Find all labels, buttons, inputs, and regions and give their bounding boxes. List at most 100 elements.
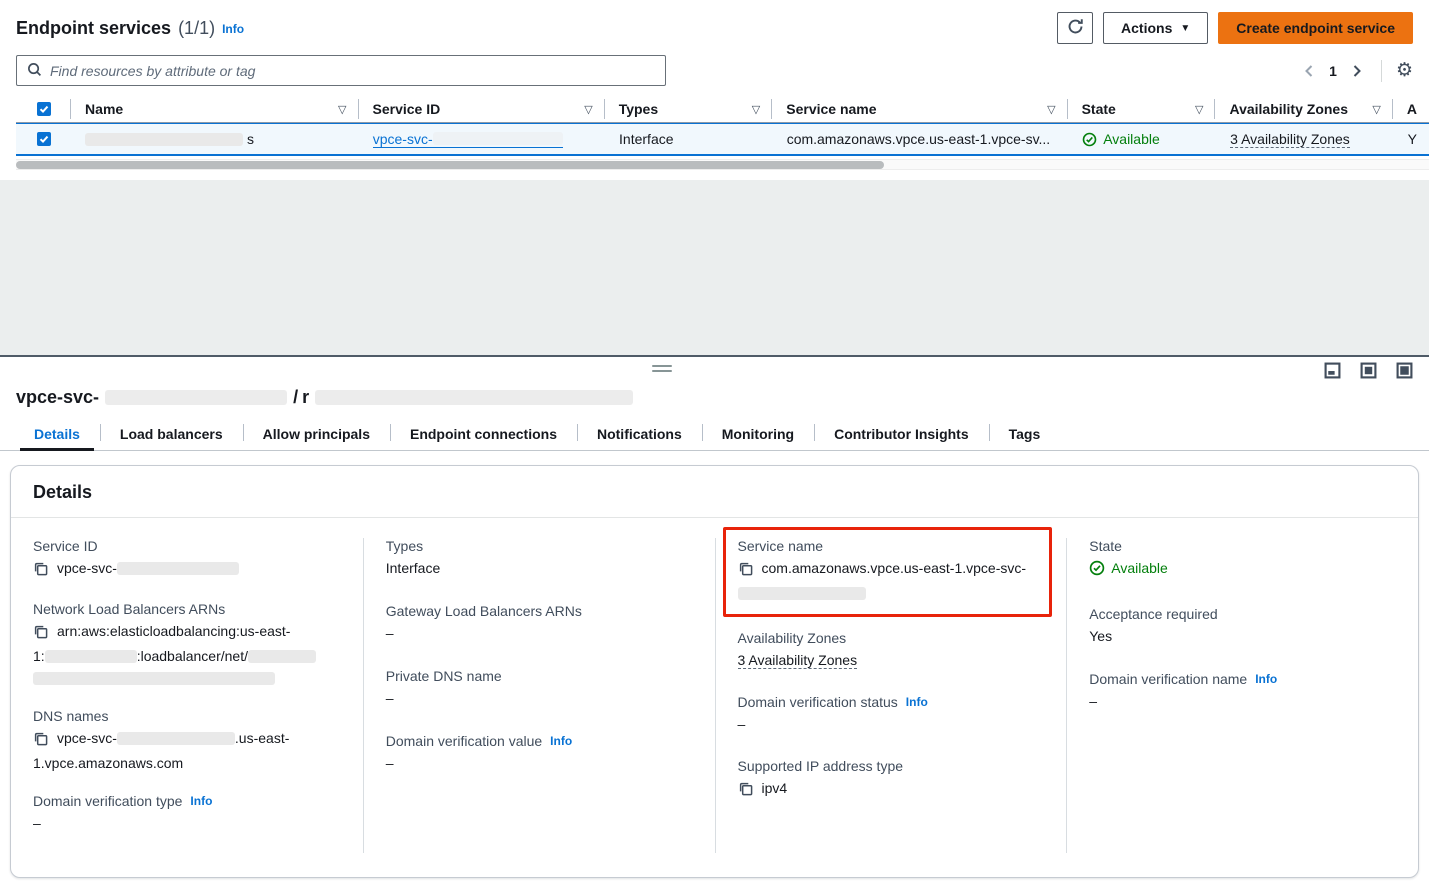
row-select-cell	[16, 124, 71, 154]
column-header-name[interactable]: Name▽	[71, 96, 358, 122]
field-service-id: Service ID vpce-svc-	[33, 538, 341, 582]
copy-icon[interactable]	[738, 780, 753, 802]
tab-tags[interactable]: Tags	[989, 418, 1061, 450]
redacted-lb-name	[248, 650, 316, 663]
redacted-arn-tail	[33, 672, 275, 685]
filter-icon[interactable]: ▽	[1047, 103, 1055, 116]
current-page[interactable]: 1	[1325, 63, 1341, 79]
redacted-service-id	[433, 132, 563, 145]
search-box[interactable]	[16, 55, 666, 86]
service-name-highlight-box: Service name com.amazonaws.vpce.us-east-…	[723, 527, 1053, 617]
field-acceptance-required: Acceptance required Yes	[1089, 606, 1396, 647]
table-preferences-gear-icon[interactable]: ⚙	[1396, 61, 1413, 80]
filter-icon[interactable]: ▽	[1372, 103, 1380, 116]
info-link[interactable]: Info	[550, 734, 572, 748]
header-toolbar: Endpoint services (1/1) Info Actions ▼ C…	[16, 12, 1413, 44]
column-header-service-id[interactable]: Service ID▽	[359, 96, 605, 122]
create-endpoint-service-button[interactable]: Create endpoint service	[1218, 12, 1413, 44]
table-header-row: Name▽ Service ID▽ Types▽ Service name▽ S…	[16, 96, 1429, 123]
panel-position-side-icon[interactable]	[1360, 362, 1377, 379]
refresh-button[interactable]	[1057, 12, 1093, 44]
create-button-label: Create endpoint service	[1236, 20, 1395, 36]
column-header-service-name[interactable]: Service name▽	[772, 96, 1067, 122]
availability-zones-popover[interactable]: 3 Availability Zones	[738, 652, 858, 669]
actions-button[interactable]: Actions ▼	[1103, 12, 1208, 44]
field-availability-zones: Availability Zones 3 Availability Zones	[738, 630, 1045, 671]
tab-notifications[interactable]: Notifications	[577, 418, 702, 450]
details-column-2: Types Interface Gateway Load Balancers A…	[363, 538, 715, 853]
filter-icon[interactable]: ▽	[1195, 103, 1203, 116]
details-column-4: State Available Acceptance required Yes	[1066, 538, 1418, 853]
split-panel-header	[0, 357, 1429, 385]
next-page-button[interactable]	[1347, 60, 1367, 82]
tab-details[interactable]: Details	[14, 418, 100, 450]
redacted-name	[85, 133, 243, 146]
filter-icon[interactable]: ▽	[584, 103, 592, 116]
row-az-cell: 3 Availability Zones	[1216, 124, 1393, 154]
endpoint-services-panel: Endpoint services (1/1) Info Actions ▼ C…	[0, 0, 1429, 180]
state-badge: Available	[1082, 131, 1160, 147]
prev-page-button[interactable]	[1299, 60, 1319, 82]
empty-background	[0, 180, 1429, 355]
panel-position-bottom-icon[interactable]	[1324, 362, 1341, 379]
row-name-cell: s	[71, 124, 359, 154]
row-checkbox[interactable]	[37, 132, 51, 146]
column-header-types[interactable]: Types▽	[605, 96, 773, 122]
redacted-title-id	[105, 390, 287, 405]
panel-position-full-icon[interactable]	[1396, 362, 1413, 379]
split-panel: vpce-svc- / r Details Load balancers All…	[0, 355, 1429, 886]
field-service-name: Service name com.amazonaws.vpce.us-east-…	[738, 538, 1040, 604]
page-title: Endpoint services	[16, 18, 171, 39]
filter-icon[interactable]: ▽	[338, 103, 346, 116]
pager-divider	[1381, 60, 1382, 82]
column-header-truncated[interactable]: A	[1393, 96, 1429, 122]
resource-count: (1/1)	[178, 18, 215, 39]
availability-zones-popover[interactable]: 3 Availability Zones	[1230, 131, 1350, 148]
redacted-service-id-value	[117, 562, 239, 575]
scrollbar-thumb[interactable]	[16, 161, 884, 169]
info-link[interactable]: Info	[190, 794, 212, 808]
service-id-link[interactable]: vpce-svc-	[373, 131, 563, 148]
info-link[interactable]: Info	[906, 695, 928, 709]
endpoint-services-page: Endpoint services (1/1) Info Actions ▼ C…	[0, 0, 1429, 886]
field-domain-verification-value: Domain verification valueInfo –	[386, 733, 693, 774]
field-glb-arns: Gateway Load Balancers ARNs –	[386, 603, 693, 644]
filter-icon[interactable]: ▽	[752, 103, 760, 116]
column-header-availability-zones[interactable]: Availability Zones▽	[1215, 96, 1392, 122]
field-nlb-arns: Network Load Balancers ARNs arn:aws:elas…	[33, 601, 341, 689]
details-card-header: Details	[11, 466, 1418, 518]
field-state: State Available	[1089, 538, 1396, 582]
column-header-state[interactable]: State▽	[1068, 96, 1216, 122]
select-all-checkbox[interactable]	[37, 102, 51, 116]
redacted-account-id	[45, 650, 137, 663]
details-column-3: Service name com.amazonaws.vpce.us-east-…	[715, 538, 1067, 853]
copy-icon[interactable]	[33, 560, 48, 582]
tab-load-balancers[interactable]: Load balancers	[100, 418, 243, 450]
tab-monitoring[interactable]: Monitoring	[702, 418, 814, 450]
search-input[interactable]	[50, 63, 655, 79]
redacted-title-name	[315, 390, 633, 405]
tab-allow-principals[interactable]: Allow principals	[243, 418, 390, 450]
copy-icon[interactable]	[33, 730, 48, 752]
tab-endpoint-connections[interactable]: Endpoint connections	[390, 418, 577, 450]
title-info-link[interactable]: Info	[222, 22, 244, 36]
table-row[interactable]: s vpce-svc- Interface com.amazonaws.vpce…	[16, 123, 1429, 156]
field-supported-ip: Supported IP address type ipv4	[738, 758, 1045, 802]
row-types-cell: Interface	[605, 124, 773, 154]
info-link[interactable]: Info	[1255, 672, 1277, 686]
tab-contributor-insights[interactable]: Contributor Insights	[814, 418, 989, 450]
check-icon	[39, 104, 49, 114]
panel-position-controls	[1324, 362, 1413, 379]
horizontal-scrollbar[interactable]	[16, 159, 1429, 170]
chevron-left-icon	[1303, 64, 1315, 78]
field-domain-verification-type: Domain verification typeInfo –	[33, 793, 341, 834]
copy-icon[interactable]	[738, 560, 753, 582]
details-grid: Service ID vpce-svc- Network Load Balanc…	[11, 518, 1418, 877]
redacted-dns-id	[117, 732, 235, 745]
resize-drag-handle-icon[interactable]	[652, 365, 672, 375]
field-private-dns: Private DNS name –	[386, 668, 693, 709]
field-dns-names: DNS names vpce-svc-.us-east- 1.vpce.amaz…	[33, 708, 341, 774]
row-service-name-cell: com.amazonaws.vpce.us-east-1.vpce-sv...	[773, 124, 1069, 154]
chevron-down-icon: ▼	[1180, 23, 1190, 34]
copy-icon[interactable]	[33, 623, 48, 645]
